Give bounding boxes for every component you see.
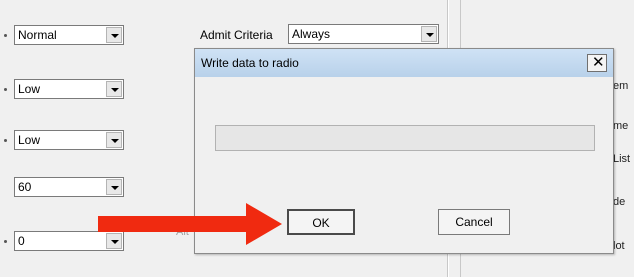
red-arrow-shape xyxy=(98,203,282,245)
red-arrow-annotation xyxy=(98,203,282,245)
